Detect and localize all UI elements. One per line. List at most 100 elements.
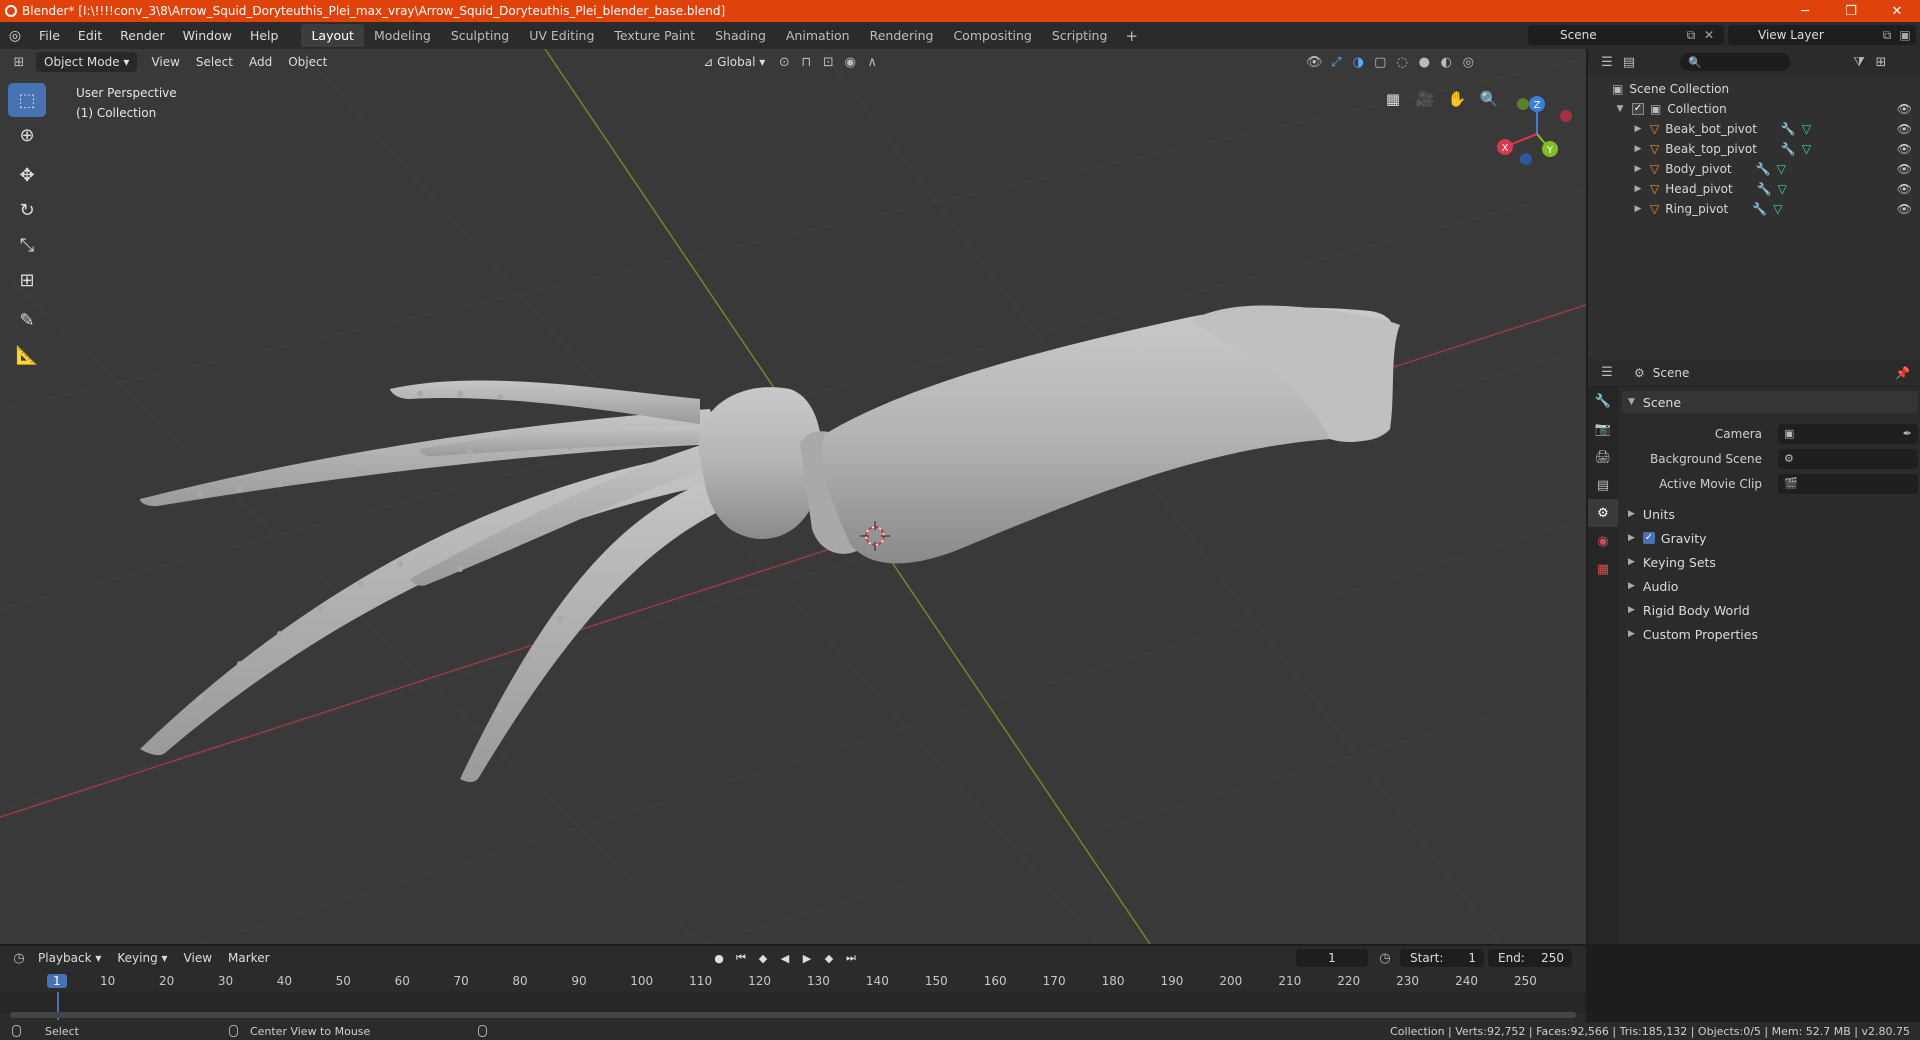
tab-modeling[interactable]: Modeling [364, 24, 441, 47]
delete-view-layer-icon[interactable]: ▣ [1898, 28, 1912, 42]
menu-render[interactable]: Render [111, 28, 174, 43]
outliner-scene-collection[interactable]: ▣ Scene Collection [1588, 79, 1920, 99]
next-keyframe-icon[interactable]: ◆ [820, 949, 838, 967]
menu-marker[interactable]: Marker [220, 951, 277, 965]
add-workspace-button[interactable]: + [1117, 27, 1146, 45]
expand-icon[interactable]: ▶ [1632, 144, 1644, 154]
mesh-data-icon[interactable]: ▽ [1778, 182, 1787, 196]
timeline-track[interactable] [0, 992, 1586, 1014]
outliner-search-input[interactable]: 🔍 [1680, 53, 1790, 71]
delete-scene-icon[interactable]: ✕ [1702, 28, 1716, 42]
keying-sets-panel[interactable]: ▶ Keying Sets [1622, 550, 1918, 574]
units-panel[interactable]: ▶ Units [1622, 502, 1918, 526]
tab-sculpting[interactable]: Sculpting [441, 24, 519, 47]
mode-selector[interactable]: Object Mode ▾ [36, 52, 138, 72]
visibility-eye-icon[interactable]: 👁 [1897, 122, 1912, 136]
scale-tool-icon[interactable]: ⤡ [8, 228, 46, 262]
background-scene-field[interactable]: ⚙ [1778, 448, 1918, 469]
xray-toggle-icon[interactable]: ▢ [1369, 52, 1391, 72]
visibility-eye-icon[interactable]: 👁 [1897, 162, 1912, 176]
mesh-data-icon[interactable]: ▽ [1773, 202, 1782, 216]
play-icon[interactable]: ▶ [798, 949, 816, 967]
pin-icon[interactable]: 📌 [1895, 366, 1910, 380]
modifier-wrench-icon[interactable]: 🔧 [1781, 122, 1796, 136]
tab-rendering[interactable]: Rendering [860, 24, 944, 47]
expand-icon[interactable]: ▶ [1632, 124, 1644, 134]
new-view-layer-icon[interactable]: ⧉ [1880, 28, 1894, 42]
timeline-scrollbar[interactable] [10, 1012, 1576, 1018]
custom-properties-panel[interactable]: ▶ Custom Properties [1622, 622, 1918, 646]
visibility-icon[interactable]: 👁 [1303, 52, 1325, 72]
transform-orientation-selector[interactable]: ⊿ Global ▾ [695, 52, 773, 72]
visibility-eye-icon[interactable]: 👁 [1897, 102, 1912, 116]
audio-panel[interactable]: ▶ Audio [1622, 574, 1918, 598]
visibility-eye-icon[interactable]: 👁 [1897, 142, 1912, 156]
wireframe-shading-icon[interactable]: ◌ [1391, 52, 1413, 72]
annotate-tool-icon[interactable]: ✎ [8, 303, 46, 337]
scene-tab-icon[interactable]: ⚙ [1588, 499, 1618, 527]
outliner-editor-type-icon[interactable]: ☰ [1596, 52, 1618, 72]
editor-type-icon[interactable]: ⊞ [8, 52, 30, 72]
new-collection-icon[interactable]: ⊞ [1870, 52, 1892, 72]
pan-view-icon[interactable]: ✋ [1444, 86, 1470, 112]
frame-ruler[interactable]: 1 10 20 30 40 50 60 70 80 90 100 110 120 130 140 150 160… [0, 972, 1586, 992]
modifier-wrench-icon[interactable]: 🔧 [1756, 162, 1771, 176]
output-tab-icon[interactable]: 🖨 [1588, 443, 1618, 471]
minimize-button[interactable]: ─ [1782, 0, 1828, 22]
menu-add[interactable]: Add [241, 52, 280, 72]
navigation-gizmo[interactable]: Z X Y [1497, 96, 1572, 165]
menu-help[interactable]: Help [241, 28, 288, 43]
eyedropper-icon[interactable]: ✒ [1903, 427, 1912, 440]
close-button[interactable]: ✕ [1874, 0, 1920, 22]
3d-viewport[interactable]: Z X Y ⊞ Object Mode ▾ View Select Add Ob… [0, 49, 1586, 944]
mesh-data-icon[interactable]: ▽ [1777, 162, 1786, 176]
gravity-panel[interactable]: ▶ ✓ Gravity [1622, 526, 1918, 550]
blender-menu-icon[interactable]: ◎ [0, 28, 30, 44]
menu-select[interactable]: Select [188, 52, 241, 72]
snap-target-icon[interactable]: ⊡ [817, 52, 839, 72]
jump-end-icon[interactable]: ⏭ [842, 949, 860, 967]
tool-tab-icon[interactable]: 🔧 [1588, 387, 1618, 415]
view-layer-tab-icon[interactable]: ▤ [1588, 471, 1618, 499]
select-box-tool-icon[interactable]: ⬚ [8, 83, 46, 117]
record-button-icon[interactable]: ● [710, 949, 728, 967]
mesh-data-icon[interactable]: ▽ [1802, 122, 1811, 136]
overlay-toggle-icon[interactable]: ◑ [1347, 52, 1369, 72]
menu-edit[interactable]: Edit [69, 28, 111, 43]
scene-panel-header[interactable]: ▼ Scene [1622, 391, 1918, 413]
camera-view-icon[interactable]: 🎥 [1412, 86, 1438, 112]
menu-playback[interactable]: Playback ▾ [30, 951, 109, 965]
play-reverse-icon[interactable]: ◀ [776, 949, 794, 967]
texture-tab-icon[interactable]: ▦ [1588, 555, 1618, 583]
tab-uv-editing[interactable]: UV Editing [519, 24, 604, 47]
outliner-collection[interactable]: ▼ ✓ ▣ Collection 👁 [1588, 99, 1920, 119]
new-scene-icon[interactable]: ⧉ [1684, 28, 1698, 42]
outliner-item-head-pivot[interactable]: ▶ ▽ Head_pivot 🔧 ▽ 👁 [1588, 179, 1920, 199]
solid-shading-icon[interactable]: ● [1413, 52, 1435, 72]
move-tool-icon[interactable]: ✥ [8, 158, 46, 192]
filter-icon[interactable]: ⧩ [1848, 52, 1870, 72]
outliner-item-body-pivot[interactable]: ▶ ▽ Body_pivot 🔧 ▽ 👁 [1588, 159, 1920, 179]
rigid-body-world-panel[interactable]: ▶ Rigid Body World [1622, 598, 1918, 622]
start-frame-field[interactable]: Start: 1 [1400, 949, 1484, 967]
menu-window[interactable]: Window [174, 28, 241, 43]
rotate-tool-icon[interactable]: ↻ [8, 193, 46, 227]
tab-compositing[interactable]: Compositing [943, 24, 1041, 47]
zoom-view-icon[interactable]: 🔍 [1476, 86, 1502, 112]
menu-view[interactable]: View [143, 52, 187, 72]
gizmo-toggle-icon[interactable]: ⤢ [1325, 52, 1347, 72]
tab-layout[interactable]: Layout [301, 24, 364, 47]
collection-checkbox[interactable]: ✓ [1632, 103, 1644, 115]
pivot-point-icon[interactable]: ⊙ [773, 52, 795, 72]
menu-view[interactable]: View [176, 951, 220, 965]
perspective-toggle-icon[interactable]: ▦ [1380, 86, 1406, 112]
proportional-edit-icon[interactable]: ◉ [839, 52, 861, 72]
rendered-shading-icon[interactable]: ◎ [1457, 52, 1479, 72]
stopwatch-icon[interactable]: ◷ [1374, 948, 1396, 968]
timeline-editor-type-icon[interactable]: ◷ [8, 948, 30, 968]
tab-shading[interactable]: Shading [705, 24, 776, 47]
render-tab-icon[interactable]: 📷 [1588, 415, 1618, 443]
outliner-item-beak-bot-pivot[interactable]: ▶ ▽ Beak_bot_pivot 🔧 ▽ 👁 [1588, 119, 1920, 139]
visibility-eye-icon[interactable]: 👁 [1897, 202, 1912, 216]
menu-file[interactable]: File [30, 28, 69, 43]
